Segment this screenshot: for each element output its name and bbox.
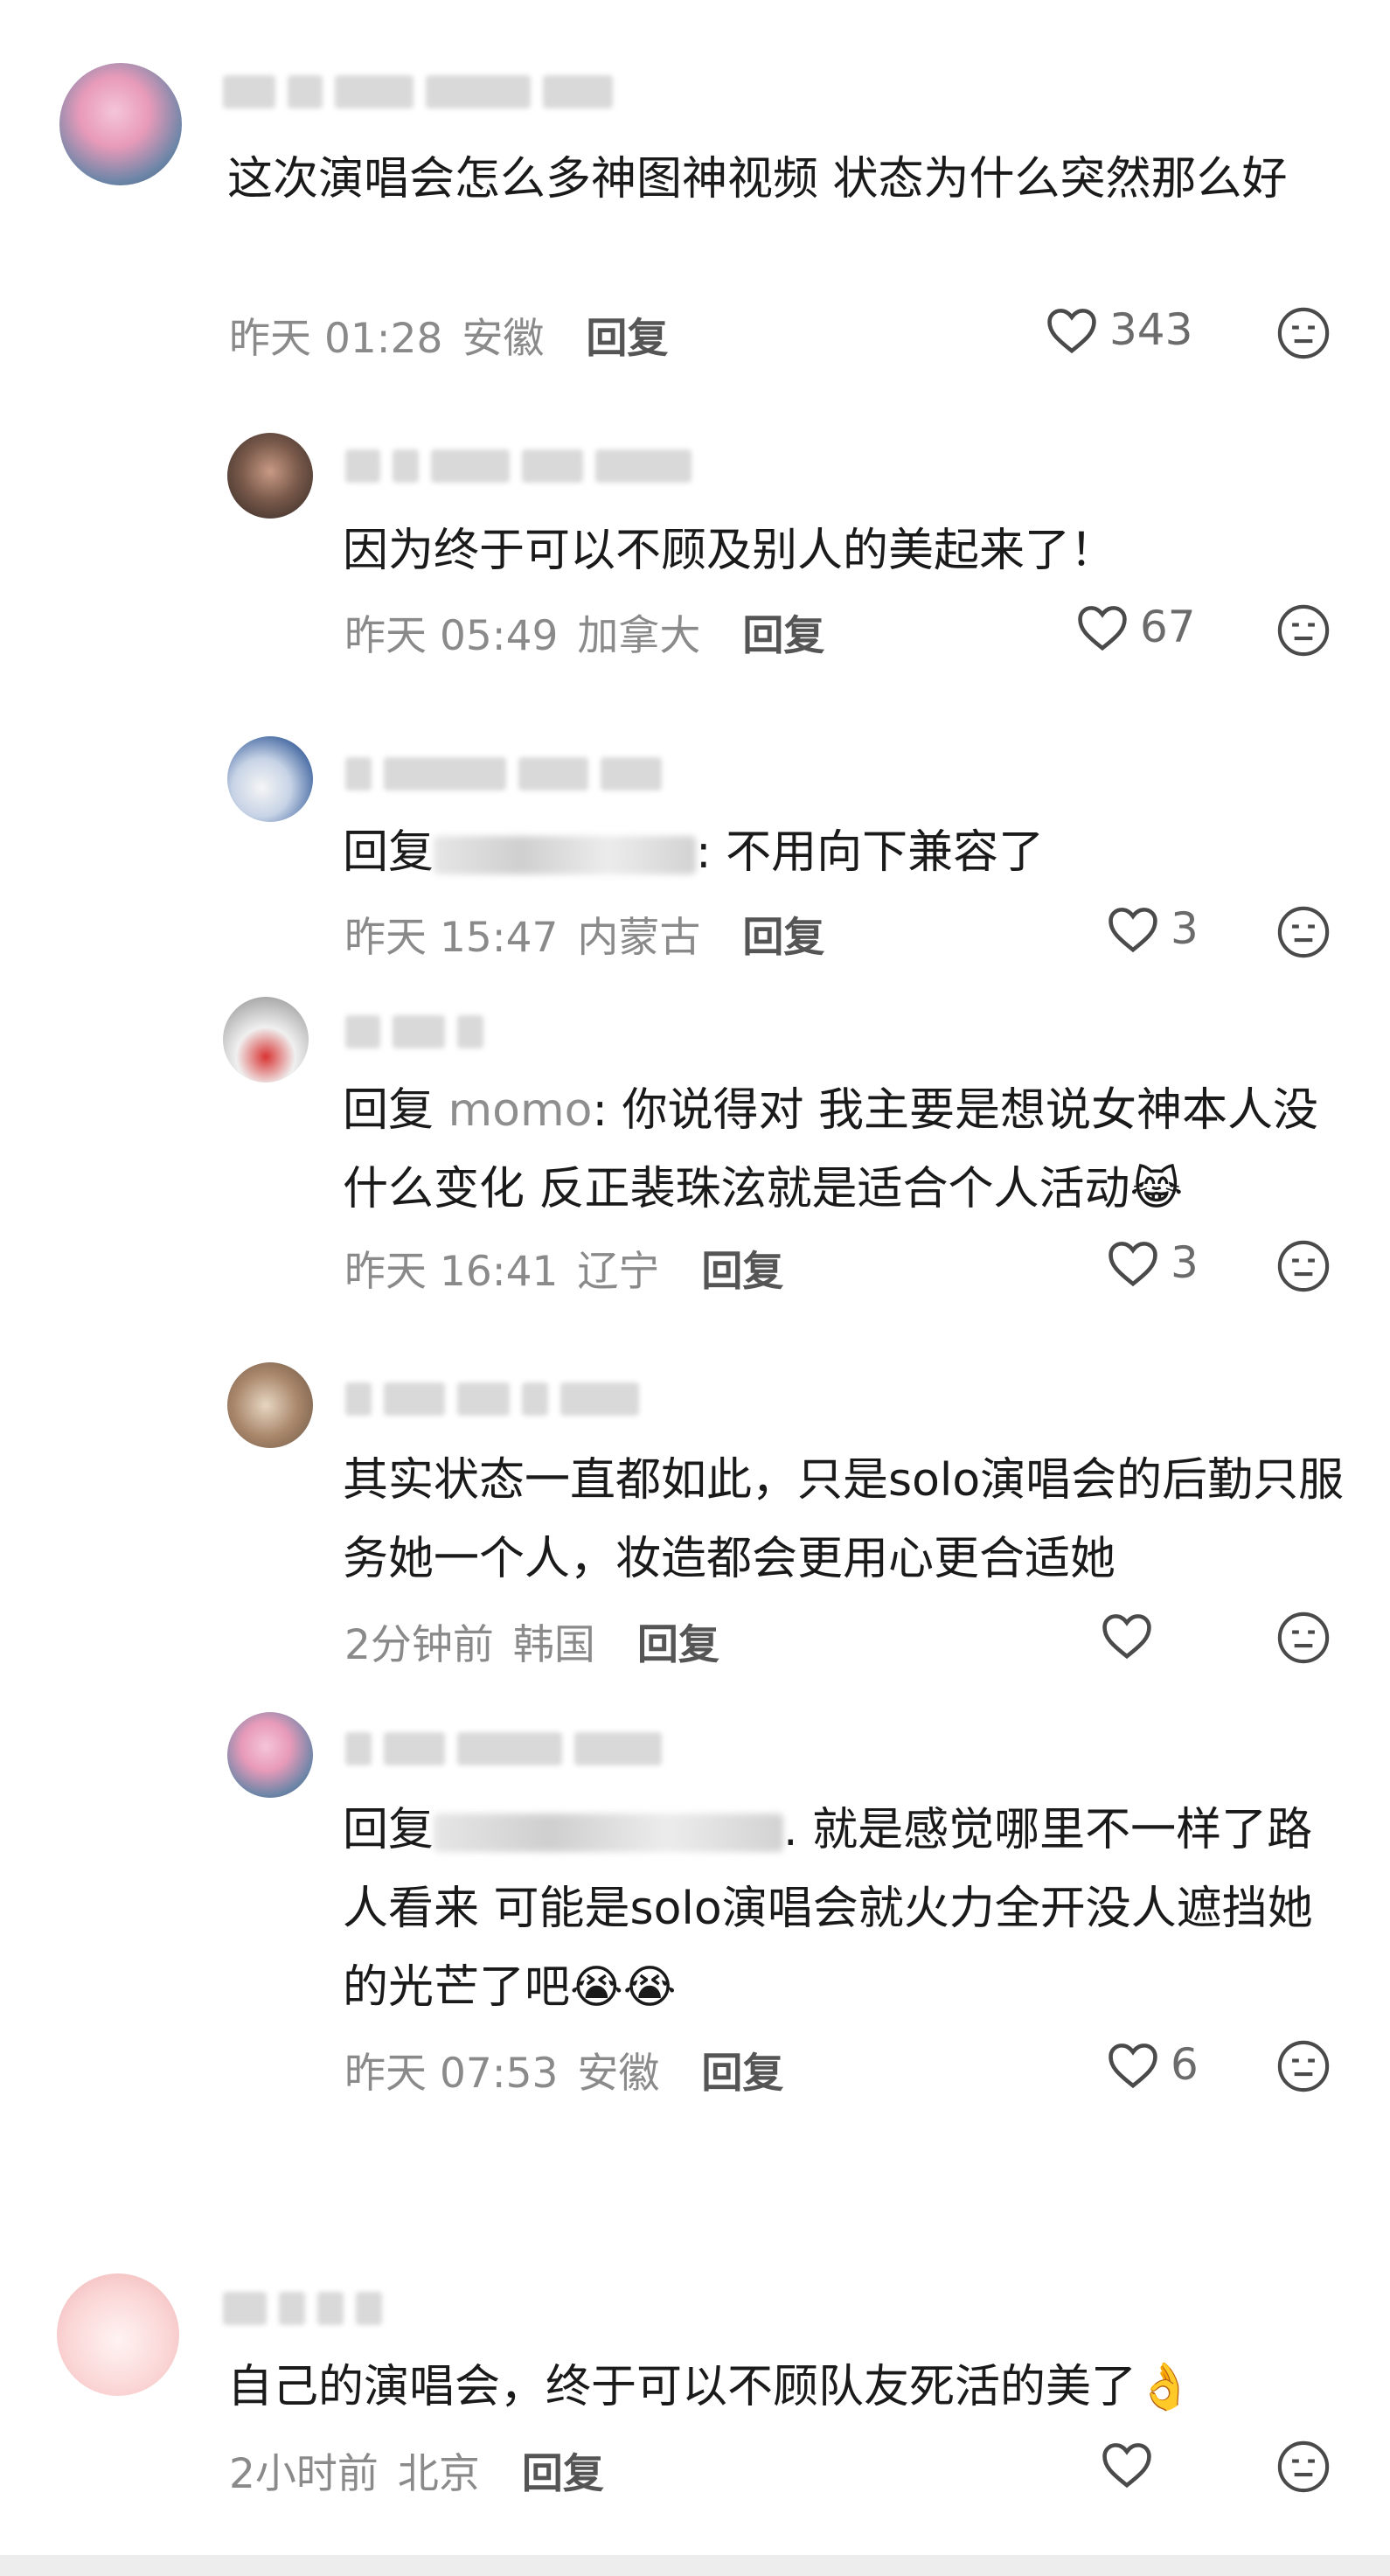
like-count: 343	[1109, 304, 1193, 355]
username-blurred[interactable]	[345, 444, 692, 488]
like-button[interactable]: 343	[1045, 304, 1192, 355]
like-button[interactable]	[1100, 2440, 1164, 2489]
crying-cat-emoji: 😹	[1129, 1163, 1184, 1215]
unamused-face-icon[interactable]	[1276, 1239, 1331, 1293]
comment-meta: 昨天 16:41 辽宁 回复	[344, 1237, 783, 1298]
blurred-mention	[434, 836, 697, 874]
comment-meta: 昨天 15:47 内蒙古 回复	[344, 903, 824, 964]
reply-prefix: 回复	[343, 826, 434, 879]
comment-text: 回复 momo: 你说得对 我主要是想说女神本人没什么变化 反正裴珠泫就是适合个…	[343, 1071, 1357, 1229]
comment-location: 安徽	[462, 315, 545, 363]
comment-text: 这次演唱会怎么多神图神视频 状态为什么突然那么好	[227, 153, 1288, 205]
comment-location: 安徽	[577, 2050, 660, 2098]
comment-meta: 2小时前 北京 回复	[229, 2440, 604, 2500]
comment-text: 回复. 就是感觉哪里不一样了路人看来 可能是solo演唱会就火力全开没人遮挡她的…	[343, 1791, 1357, 2027]
heart-outline-icon	[1109, 908, 1157, 953]
unamused-face-icon[interactable]	[1276, 603, 1331, 658]
heart-outline-icon	[1109, 1242, 1157, 1287]
avatar[interactable]	[57, 2273, 179, 2396]
unamused-face-icon[interactable]	[1276, 306, 1331, 360]
like-button[interactable]: 67	[1075, 602, 1196, 652]
mention-link[interactable]: momo	[448, 1084, 593, 1137]
comment-body: 自己的演唱会，终于可以不顾队友死活的美了	[227, 2361, 1137, 2413]
comment-location: 辽宁	[577, 1248, 660, 1296]
reply-prefix: 回复	[343, 1084, 448, 1137]
avatar[interactable]	[227, 433, 313, 519]
comment-time: 2分钟前	[344, 1621, 494, 1669]
username-blurred[interactable]	[345, 1010, 483, 1054]
reply-suffix: : 不用向下兼容了	[696, 826, 1045, 879]
avatar[interactable]	[227, 736, 313, 822]
comment-text: 其实状态一直都如此，只是solo演唱会的后勤只服务她一个人，妆造都会更用心更合适…	[343, 1454, 1345, 1585]
username-blurred[interactable]	[345, 1377, 639, 1421]
comment-time: 昨天 01:28	[229, 315, 443, 363]
comment-time: 2小时前	[229, 2450, 379, 2498]
avatar[interactable]	[223, 997, 309, 1083]
username-blurred[interactable]	[223, 2287, 382, 2330]
comment-location: 内蒙古	[577, 914, 701, 962]
comment-meta: 昨天 07:53 安徽 回复	[344, 2039, 783, 2099]
unamused-face-icon[interactable]	[1276, 905, 1331, 959]
like-button[interactable]: 6	[1106, 2039, 1199, 2090]
reply-button[interactable]: 回复	[522, 2440, 604, 2500]
ok-hand-emoji: 👌	[1136, 2361, 1193, 2413]
avatar[interactable]	[227, 1362, 313, 1448]
comment-text: 因为终于可以不顾及别人的美起来了！	[343, 525, 1116, 577]
unamused-face-icon[interactable]	[1276, 2039, 1331, 2093]
heart-outline-icon	[1109, 2043, 1157, 2089]
comment-meta: 昨天 01:28 安徽 回复	[229, 304, 668, 365]
comment-meta: 昨天 05:49 加拿大 回复	[344, 602, 824, 662]
comment-time: 昨天 16:41	[344, 1248, 559, 1296]
reply-button[interactable]: 回复	[701, 2039, 783, 2099]
like-count: 67	[1140, 602, 1196, 652]
like-button[interactable]: 3	[1106, 903, 1199, 954]
comment-location: 北京	[397, 2450, 480, 2498]
reply-button[interactable]: 回复	[742, 602, 824, 662]
comment-location: 韩国	[512, 1621, 595, 1669]
like-count: 3	[1171, 903, 1199, 954]
comment-text: 自己的演唱会，终于可以不顾队友死活的美了👌	[227, 2348, 1355, 2426]
unamused-face-icon[interactable]	[1276, 1611, 1331, 1665]
crying-face-emoji: 😭😭	[570, 1961, 677, 2014]
like-count: 3	[1171, 1237, 1199, 1288]
reply-prefix: 回复	[343, 1804, 434, 1856]
comment-meta: 2分钟前 韩国 回复	[344, 1611, 719, 1671]
heart-outline-icon	[1102, 2443, 1151, 2489]
username-blurred[interactable]	[223, 70, 613, 114]
like-button[interactable]	[1100, 1611, 1164, 1660]
comment-location: 加拿大	[577, 612, 701, 660]
unamused-face-icon[interactable]	[1276, 2440, 1331, 2494]
comment-time: 昨天 07:53	[344, 2050, 559, 2098]
reply-button[interactable]: 回复	[701, 1237, 783, 1298]
avatar[interactable]	[59, 63, 182, 185]
heart-outline-icon	[1078, 606, 1127, 651]
blurred-mention	[434, 1814, 784, 1852]
username-blurred[interactable]	[345, 1727, 662, 1771]
heart-outline-icon	[1047, 309, 1096, 354]
avatar[interactable]	[227, 1712, 313, 1798]
heart-outline-icon	[1102, 1614, 1151, 1660]
reply-button[interactable]: 回复	[586, 304, 668, 365]
bottom-edge	[0, 2555, 1390, 2576]
comment-text: 回复 : 不用向下兼容了	[343, 813, 1357, 892]
comment-time: 昨天 05:49	[344, 612, 559, 660]
reply-button[interactable]: 回复	[742, 903, 824, 964]
like-count: 6	[1171, 2039, 1199, 2090]
reply-button[interactable]: 回复	[637, 1611, 719, 1671]
like-button[interactable]: 3	[1106, 1237, 1199, 1288]
comment-time: 昨天 15:47	[344, 914, 559, 962]
username-blurred[interactable]	[345, 752, 662, 796]
